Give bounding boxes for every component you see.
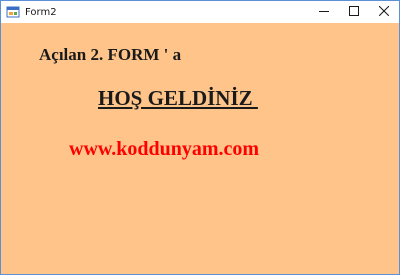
minimize-button[interactable] [309,1,339,23]
maximize-icon [349,3,359,21]
close-button[interactable] [369,1,399,23]
close-icon [378,3,390,21]
form-icon[interactable] [6,5,20,19]
minimize-icon [319,3,329,21]
window-title: Form2 [25,6,57,18]
form-client-area: Açılan 2. FORM ' a HOŞ GELDİNİZ www.kodd… [1,23,399,274]
intro-label: Açılan 2. FORM ' a [39,45,182,64]
welcome-label: HOŞ GELDİNİZ [98,86,258,110]
title-bar[interactable]: Form2 [1,1,399,23]
url-label: www.koddunyam.com [69,138,260,160]
maximize-button[interactable] [339,1,369,23]
window-controls [309,1,399,23]
form2-window: Form2 Açılan 2. FORM ' a HOŞ GELDİNİZ ww [0,0,400,275]
